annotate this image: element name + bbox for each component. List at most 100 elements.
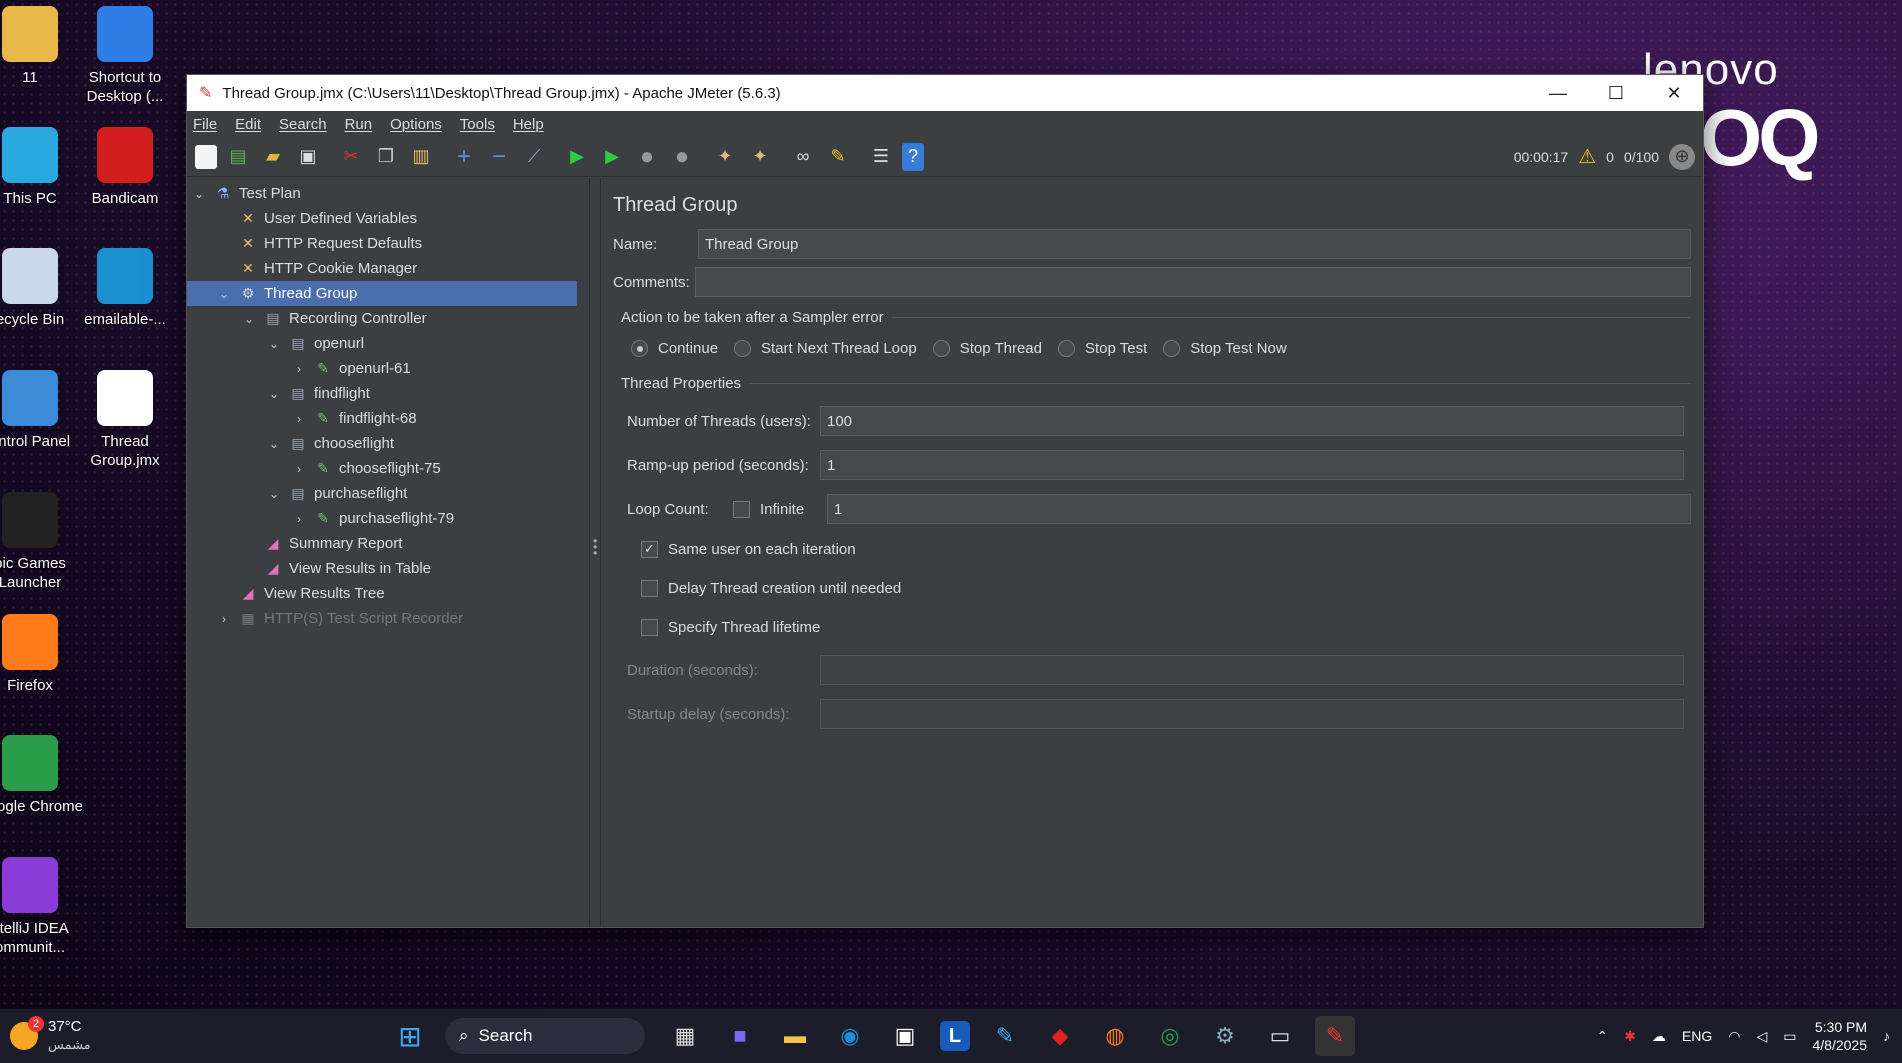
widgets-icon[interactable]: ▦ — [665, 1016, 705, 1056]
tree-node[interactable]: ⌄ ▤ findflight — [187, 381, 577, 406]
tree-node[interactable]: ◢ View Results in Table — [187, 556, 577, 581]
expand-toggle-icon[interactable]: ⌄ — [266, 337, 282, 351]
desktop-icon[interactable]: Google Chrome — [0, 735, 85, 816]
tree-node[interactable]: ✕ HTTP Cookie Manager — [187, 256, 577, 281]
firefox-icon[interactable]: ◍ — [1095, 1016, 1135, 1056]
battery-icon[interactable]: ▭ — [1783, 1028, 1796, 1045]
radio-button[interactable] — [1057, 340, 1075, 357]
notification-bell-icon[interactable]: ♪ — [1883, 1028, 1890, 1044]
mcafee-icon[interactable]: ◆ — [1040, 1016, 1080, 1056]
tree-node[interactable]: › ✎ findflight-68 — [187, 406, 577, 431]
loop-count-input[interactable] — [827, 494, 1691, 524]
expand-toggle-icon[interactable]: ⌄ — [266, 437, 282, 451]
volume-icon[interactable]: ◁ — [1756, 1028, 1767, 1045]
tray-chevron-icon[interactable]: ⌃ — [1596, 1028, 1608, 1045]
close-button[interactable]: ✕ — [1645, 75, 1703, 111]
expand-toggle-icon[interactable]: › — [291, 462, 307, 476]
radio-button[interactable] — [1163, 340, 1181, 357]
settings-icon[interactable]: ⚙ — [1205, 1016, 1245, 1056]
tree-node[interactable]: ⌄ ▤ purchaseflight — [187, 481, 577, 506]
stop-icon[interactable]: ● — [633, 143, 661, 171]
tree-node[interactable]: ⌄ ▤ openurl — [187, 331, 577, 356]
search-icon[interactable]: ∞ — [789, 143, 817, 171]
clear-all-icon[interactable]: ✦ — [746, 143, 774, 171]
file-explorer-icon[interactable]: ▬ — [775, 1016, 815, 1056]
expand-toggle-icon[interactable]: ⌄ — [191, 187, 207, 201]
expand-toggle-icon[interactable]: ⌄ — [241, 312, 257, 326]
tray-app-icon[interactable]: ✱ — [1624, 1028, 1636, 1045]
expand-toggle-icon[interactable]: › — [291, 512, 307, 526]
save-icon[interactable]: ▣ — [294, 143, 322, 171]
radio-button[interactable] — [631, 340, 648, 357]
tree-node[interactable]: ◢ View Results Tree — [187, 581, 577, 606]
minimize-button[interactable]: — — [1529, 75, 1587, 111]
maximize-button[interactable]: ☐ — [1587, 75, 1645, 111]
error-action-option[interactable]: Continue — [631, 340, 718, 357]
warning-icon[interactable]: ⚠ — [1578, 144, 1596, 169]
desktop-icon[interactable]: emailable-... — [70, 248, 180, 329]
same-user-checkbox[interactable]: ✓ — [641, 540, 658, 558]
terminal-icon[interactable]: ▭ — [1260, 1016, 1300, 1056]
expand-toggle-icon[interactable]: › — [291, 362, 307, 376]
tree-node[interactable]: ◢ Summary Report — [187, 531, 577, 556]
windows-start-icon[interactable]: ⊞ — [390, 1016, 430, 1056]
tree-node[interactable]: ⌄ ⚗ Test Plan — [187, 181, 577, 206]
clock[interactable]: 5:30 PM 4/8/2025 — [1813, 1018, 1868, 1054]
jmeter-icon[interactable]: ✎ — [1315, 1016, 1355, 1056]
expand-icon[interactable]: + — [450, 143, 478, 171]
onedrive-tray-icon[interactable]: ☁ — [1652, 1028, 1666, 1045]
start-no-pause-icon[interactable]: ▶ — [598, 143, 626, 171]
desktop-icon[interactable]: Bandicam — [70, 127, 180, 208]
chrome-icon[interactable]: ◎ — [1150, 1016, 1190, 1056]
function-helper-icon[interactable]: ☰ — [867, 143, 895, 171]
paste-icon[interactable]: ▥ — [407, 143, 435, 171]
desktop-icon[interactable]: Firefox — [0, 614, 85, 695]
open-icon[interactable]: ▰ — [259, 143, 287, 171]
error-action-option[interactable]: Stop Thread — [932, 340, 1042, 357]
copy-icon[interactable]: ❐ — [372, 143, 400, 171]
tree-node[interactable]: › ✎ openurl-61 — [187, 356, 577, 381]
split-grip-icon[interactable]: • • • — [593, 535, 597, 559]
desktop-icon[interactable]: ntelliJ IDEA ommunit... — [0, 857, 85, 957]
menu-options[interactable]: Options — [390, 116, 442, 133]
error-action-option[interactable]: Start Next Thread Loop — [734, 340, 917, 357]
templates-icon[interactable]: ▤ — [224, 143, 252, 171]
remote-globe-icon[interactable]: ⊕ — [1669, 143, 1695, 170]
delay-creation-checkbox[interactable] — [641, 579, 658, 597]
weather-widget[interactable]: 2 37°C مشمس — [0, 1016, 390, 1054]
start-icon[interactable]: ▶ — [563, 143, 591, 171]
error-action-option[interactable]: Stop Test — [1057, 340, 1147, 357]
l-app-icon[interactable]: L — [940, 1021, 970, 1051]
menu-edit[interactable]: Edit — [235, 116, 261, 133]
collapse-icon[interactable]: − — [485, 143, 513, 171]
split-divider[interactable]: • • • — [589, 178, 601, 927]
shutdown-icon[interactable]: ● — [668, 143, 696, 171]
radio-button[interactable] — [734, 340, 752, 357]
tree-node[interactable]: ✕ User Defined Variables — [187, 206, 577, 231]
threads-input[interactable] — [820, 406, 1684, 436]
edge-icon[interactable]: ◉ — [830, 1016, 870, 1056]
tree-node[interactable]: › ▦ HTTP(S) Test Script Recorder — [187, 606, 577, 631]
menu-file[interactable]: File — [193, 116, 217, 133]
toggle-icon[interactable]: ⟋ — [520, 143, 548, 171]
menu-help[interactable]: Help — [513, 116, 544, 133]
menu-search[interactable]: Search — [279, 116, 327, 133]
rampup-input[interactable] — [820, 450, 1684, 480]
expand-toggle-icon[interactable]: ⌄ — [216, 287, 232, 301]
name-input[interactable] — [698, 229, 1691, 259]
tree-node[interactable]: ✕ HTTP Request Defaults — [187, 231, 577, 256]
tree-node[interactable]: ⌄ ▤ Recording Controller — [187, 306, 577, 331]
wifi-icon[interactable]: ◠ — [1728, 1028, 1740, 1045]
thread-lifetime-checkbox[interactable] — [641, 618, 658, 636]
cut-icon[interactable]: ✂ — [337, 143, 365, 171]
taskbar-search[interactable]: ⌕ Search — [445, 1018, 645, 1054]
clear-icon[interactable]: ✦ — [711, 143, 739, 171]
error-action-option[interactable]: Stop Test Now — [1163, 340, 1287, 357]
language-indicator[interactable]: ENG — [1682, 1028, 1712, 1044]
reset-search-icon[interactable]: ✎ — [824, 143, 852, 171]
store-icon[interactable]: ▣ — [885, 1016, 925, 1056]
radio-button[interactable] — [932, 340, 950, 357]
expand-toggle-icon[interactable]: ⌄ — [266, 487, 282, 501]
teams-icon[interactable]: ■ — [720, 1016, 760, 1056]
menu-run[interactable]: Run — [345, 116, 373, 133]
